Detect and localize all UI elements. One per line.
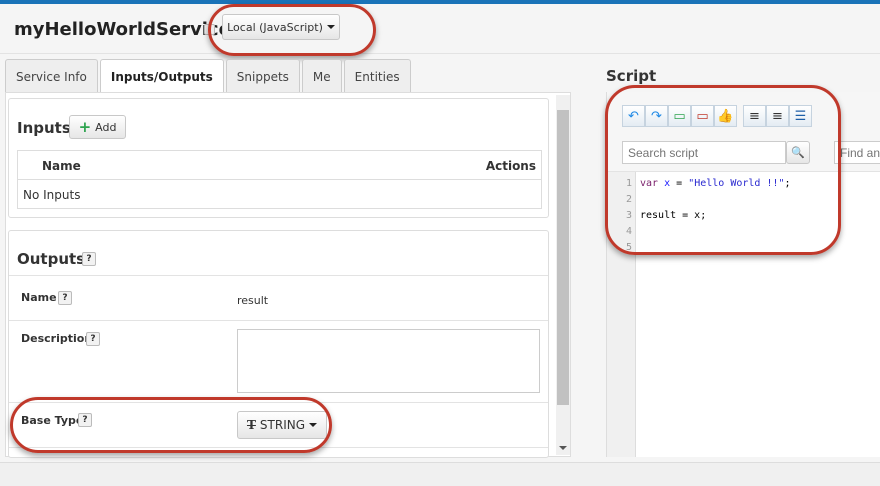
tab-snippets[interactable]: Snippets <box>225 59 300 93</box>
inputs-section: Inputs + Add Name Actions No Inputs <box>8 98 549 218</box>
tab-bar: Service Info Inputs/Outputs Snippets Me … <box>5 59 411 93</box>
add-label: Add <box>95 120 117 134</box>
help-icon[interactable]: ? <box>86 332 100 346</box>
highlight-ring <box>10 397 332 453</box>
tab-service-info[interactable]: Service Info <box>5 59 98 93</box>
column-name: Name <box>42 159 81 173</box>
name-label: Name <box>21 291 57 304</box>
tab-me[interactable]: Me <box>301 59 342 93</box>
description-label: Description <box>21 332 93 345</box>
highlight-ring <box>605 85 841 255</box>
tab-inputs-outputs[interactable]: Inputs/Outputs <box>99 59 224 93</box>
column-actions: Actions <box>485 159 536 173</box>
plus-icon: + <box>78 118 92 136</box>
help-icon[interactable]: ? <box>82 252 96 266</box>
inputs-heading: Inputs <box>17 119 71 137</box>
inputs-table: Name Actions No Inputs <box>17 150 542 209</box>
tab-entities[interactable]: Entities <box>343 59 411 93</box>
add-input-button[interactable]: + Add <box>69 115 126 139</box>
footer <box>0 462 880 486</box>
script-heading: Script <box>606 67 657 85</box>
scrollbar[interactable] <box>556 95 570 455</box>
help-icon[interactable]: ? <box>58 291 72 305</box>
page-title: myHelloWorldService <box>14 19 231 40</box>
outputs-heading: Outputs <box>17 250 86 268</box>
name-value: result <box>237 294 269 307</box>
description-field[interactable] <box>237 329 540 393</box>
highlight-ring <box>208 4 376 56</box>
empty-inputs-text: No Inputs <box>23 188 81 202</box>
